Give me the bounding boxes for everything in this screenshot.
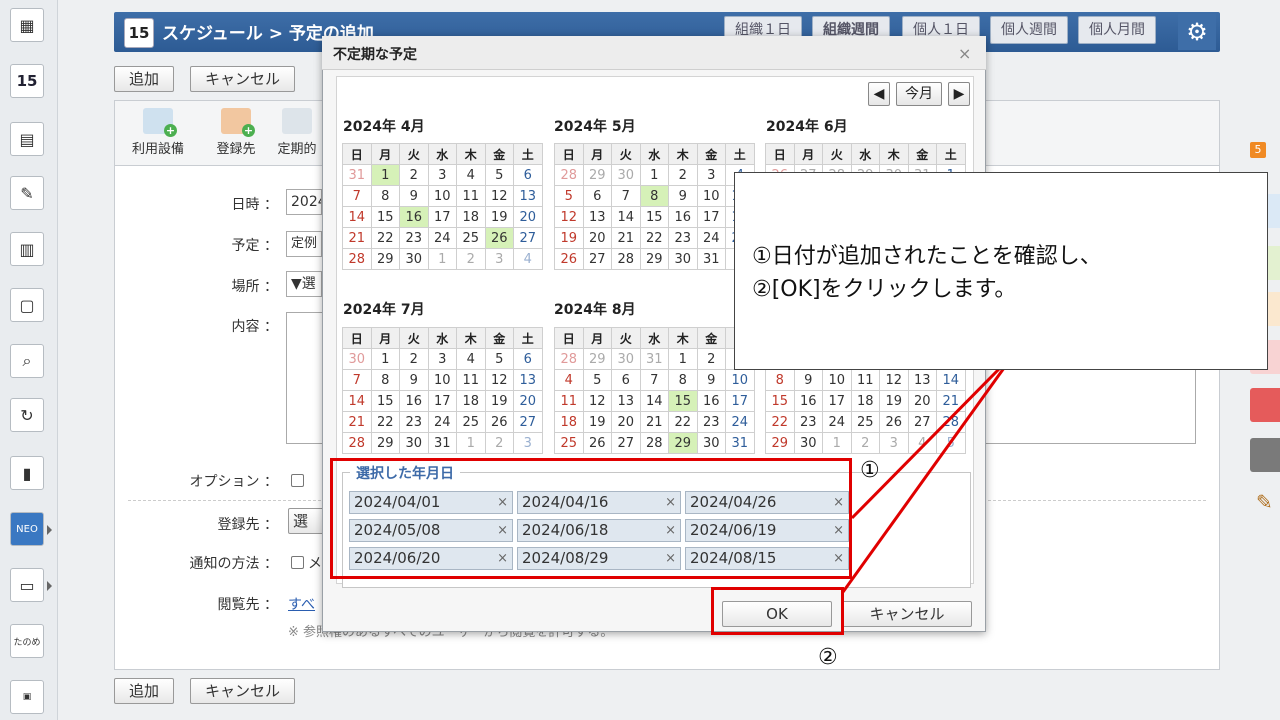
ok-button-highlight <box>711 587 844 635</box>
instruction-line-1: ①日付が追加されたことを確認し、 <box>752 244 1102 269</box>
selected-dates-highlight <box>330 458 852 579</box>
marker-1: ① <box>860 458 880 483</box>
callout-line-1 <box>850 366 1002 520</box>
marker-2: ② <box>818 645 838 670</box>
instruction-line-2: ②[OK]をクリックします。 <box>752 277 1017 302</box>
